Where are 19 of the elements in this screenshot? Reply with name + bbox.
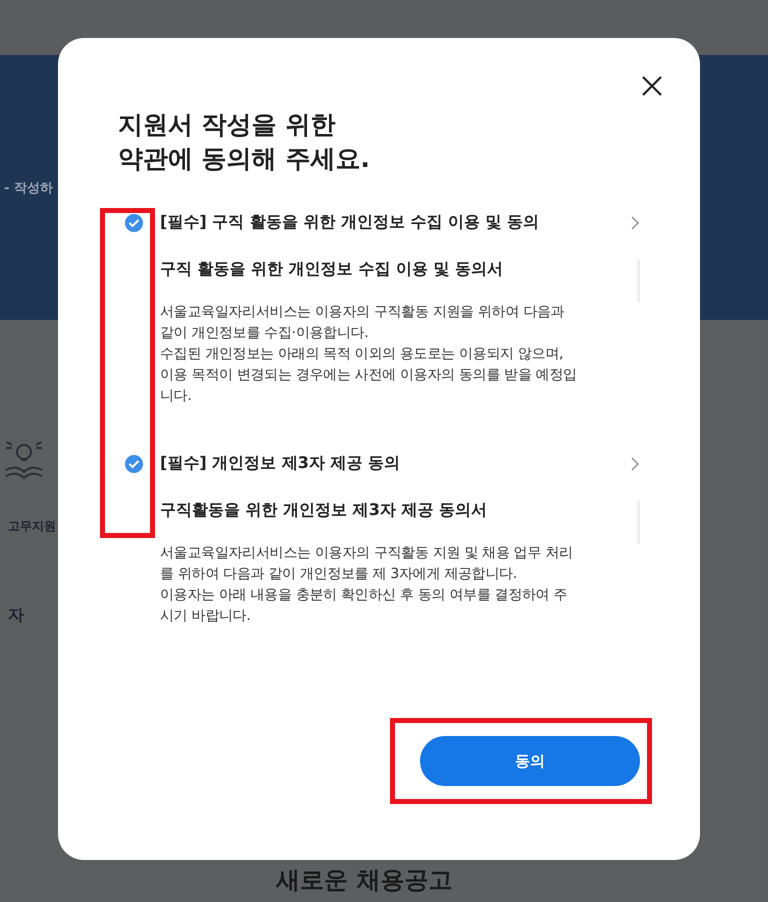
chevron-right-icon[interactable]: [630, 456, 640, 470]
page-text: 자: [7, 605, 24, 626]
section-title: 새로운 채용공고: [274, 865, 452, 896]
term-title[interactable]: [필수] 개인정보 제3자 제공 동의: [160, 453, 614, 474]
terms-paragraph: 이용자는 아래 내용을 충분히 확인하신 후 동의 여부를 결정하여 주시기 바랍니다.: [160, 586, 568, 626]
terms-paragraph: 서울교육일자리서비스는 이용자의 구직활동 지원을 위하여 다음과 같이 개인정보를 수집·이용합니다.: [160, 303, 566, 343]
checkbox[interactable]: [124, 454, 144, 474]
term-title[interactable]: [필수] 구직 활동을 위한 개인정보 수집 이용 및 동의: [160, 212, 614, 233]
terms-heading: 구직활동을 위한 개인정보 제3자 제공 동의서: [160, 500, 488, 521]
agree-button[interactable]: 동의: [420, 736, 640, 786]
checkbox[interactable]: [124, 212, 144, 232]
dialog-title: 지원서 작성을 위한 약관에 동의해 주세요.: [118, 109, 371, 175]
terms-heading: 구직 활동을 위한 개인정보 수집 이용 및 동의서: [160, 259, 504, 280]
terms-paragraph: 서울교육일자리서비스는 이용자의 구직활동 지원 및 채용 업무 처리를 위하여 다음과 같이 개인정보를 제 3자에게 제공합니다.: [160, 544, 574, 584]
page-text: - 작성하: [3, 180, 53, 196]
chevron-right-icon[interactable]: [630, 216, 640, 230]
terms-paragraph: 수집된 개인정보는 아래의 목적 이외의 용도로는 이용되지 않으며, 이용 목적이 변경되는 경우에는 사전에 이용자의 동의를 받을 예정입니다.: [160, 345, 578, 406]
close-icon[interactable]: [640, 74, 664, 98]
page-text: 고무지원: [7, 518, 56, 535]
